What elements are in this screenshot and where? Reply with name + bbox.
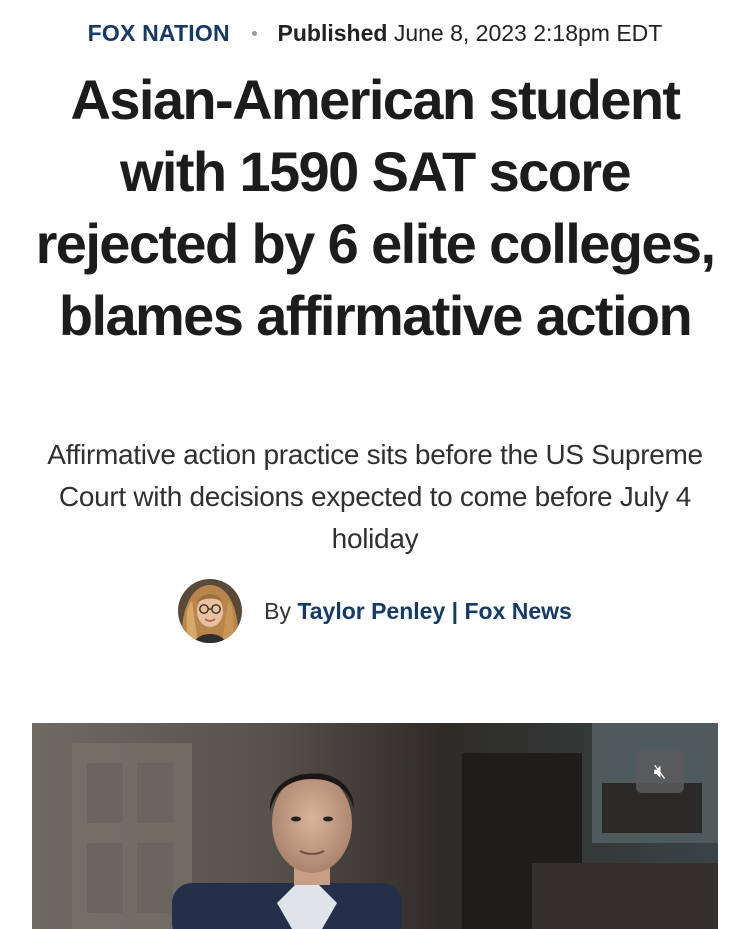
byline: By Taylor Penley | Fox News [0, 578, 750, 644]
meta-separator [252, 31, 258, 37]
video-frame [32, 723, 718, 929]
video-player[interactable]: 🔇︎ [32, 723, 718, 929]
speaker-muted-icon: 🔇︎ [653, 760, 667, 783]
author-avatar[interactable] [178, 579, 243, 643]
published-date: June 8, 2023 2:18pm EDT [393, 20, 663, 46]
headline: Asian-American student with 1590 SAT sco… [35, 68, 716, 347]
article-meta: FOX NATION Published June 8, 2023 2:18pm… [0, 16, 750, 50]
author-link[interactable]: Taylor Penley | Fox News [297, 598, 571, 624]
byline-prefix: By [264, 597, 291, 624]
published-label: Published [277, 20, 388, 46]
section-link[interactable]: FOX NATION [88, 20, 230, 46]
mute-button[interactable]: 🔇︎ [636, 751, 684, 793]
byline-text: By Taylor Penley | Fox News [264, 598, 572, 625]
subheadline: Affirmative action practice sits before … [47, 439, 703, 554]
